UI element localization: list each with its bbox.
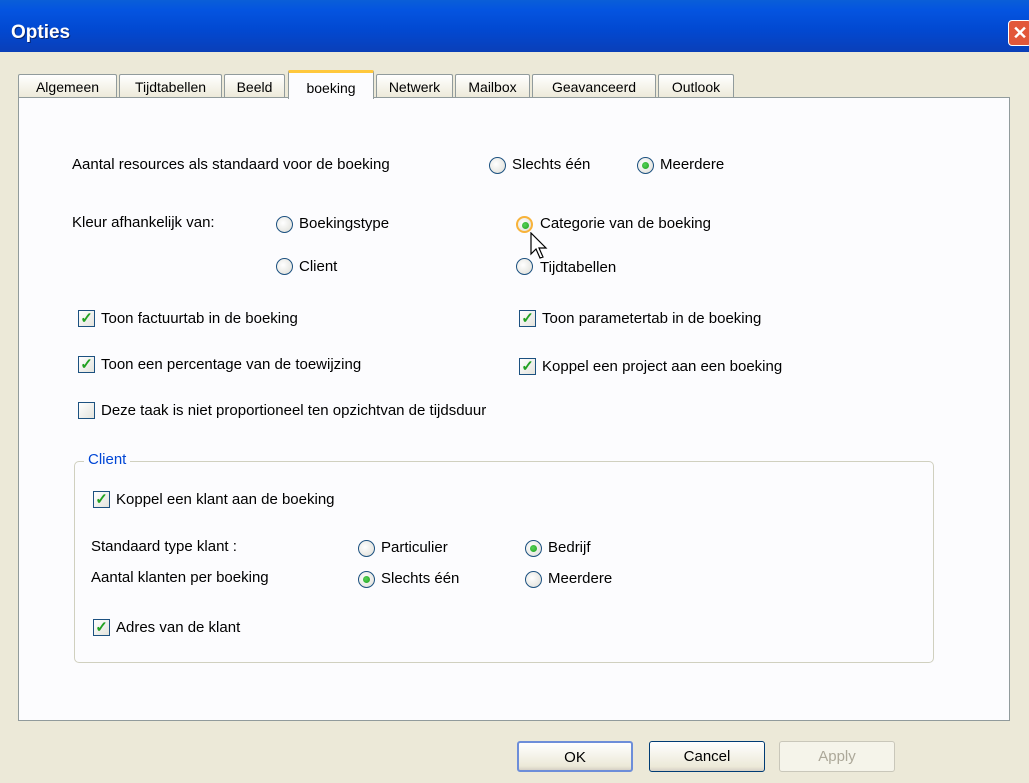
radio-color-client-label[interactable]: Client xyxy=(299,258,337,276)
tab-boeking[interactable]: boeking xyxy=(288,70,374,99)
checkbox-percentage-label[interactable]: Toon een percentage van de toewijzing xyxy=(101,356,361,374)
radio-resources-many[interactable] xyxy=(637,157,654,174)
title-bar: Opties ✕ xyxy=(0,0,1029,52)
tab-outlook[interactable]: Outlook xyxy=(658,74,734,98)
radio-color-category-label[interactable]: Categorie van de boeking xyxy=(540,215,711,233)
client-group-legend: Client xyxy=(84,451,131,469)
checkbox-invoice-tab[interactable]: ✓ xyxy=(78,310,95,327)
checkbox-proportional[interactable] xyxy=(78,402,95,419)
mouse-cursor-icon xyxy=(530,232,548,259)
tab-netwerk[interactable]: Netwerk xyxy=(376,74,453,98)
tab-beeld[interactable]: Beeld xyxy=(224,74,285,98)
checkbox-project[interactable]: ✓ xyxy=(519,358,536,375)
radio-client-count-many-label[interactable]: Meerdere xyxy=(548,570,612,588)
checkbox-param-tab-label[interactable]: Toon parametertab in de boeking xyxy=(542,310,761,328)
radio-client-company-label[interactable]: Bedrijf xyxy=(548,539,591,557)
radio-client-count-one-label[interactable]: Slechts één xyxy=(381,570,459,588)
radio-resources-one[interactable] xyxy=(489,157,506,174)
checkbox-link-client-label[interactable]: Koppel een klant aan de boeking xyxy=(116,491,335,509)
radio-client-private[interactable] xyxy=(358,540,375,557)
client-count-label: Aantal klanten per boeking xyxy=(91,569,269,586)
close-icon[interactable]: ✕ xyxy=(1008,20,1029,46)
radio-color-timetables[interactable] xyxy=(516,258,533,275)
checkbox-client-address-label[interactable]: Adres van de klant xyxy=(116,619,240,637)
radio-color-category[interactable] xyxy=(516,216,533,233)
cancel-button[interactable]: Cancel xyxy=(649,741,765,772)
ok-button[interactable]: OK xyxy=(517,741,633,772)
tab-algemeen[interactable]: Algemeen xyxy=(18,74,117,98)
tab-tijdtabellen[interactable]: Tijdtabellen xyxy=(119,74,222,98)
radio-client-company[interactable] xyxy=(525,540,542,557)
radio-client-count-one[interactable] xyxy=(358,571,375,588)
radio-color-timetables-label[interactable]: Tijdtabellen xyxy=(540,259,616,277)
radio-client-private-label[interactable]: Particulier xyxy=(381,539,448,557)
radio-color-type-label[interactable]: Boekingstype xyxy=(299,215,389,233)
checkbox-project-label[interactable]: Koppel een project aan een boeking xyxy=(542,358,782,376)
radio-client-count-many[interactable] xyxy=(525,571,542,588)
radio-resources-many-label[interactable]: Meerdere xyxy=(660,156,724,174)
radio-color-client[interactable] xyxy=(276,258,293,275)
checkbox-param-tab[interactable]: ✓ xyxy=(519,310,536,327)
tab-mailbox[interactable]: Mailbox xyxy=(455,74,530,98)
window-title: Opties xyxy=(11,22,71,43)
checkbox-percentage[interactable]: ✓ xyxy=(78,356,95,373)
checkbox-proportional-label[interactable]: Deze taak is niet proportioneel ten opzi… xyxy=(101,402,486,420)
resources-label: Aantal resources als standaard voor de b… xyxy=(72,156,390,173)
checkbox-link-client[interactable]: ✓ xyxy=(93,491,110,508)
radio-color-type[interactable] xyxy=(276,216,293,233)
radio-resources-one-label[interactable]: Slechts één xyxy=(512,156,590,174)
checkbox-client-address[interactable]: ✓ xyxy=(93,619,110,636)
apply-button[interactable]: Apply xyxy=(779,741,895,772)
tab-geavanceerd[interactable]: Geavanceerd xyxy=(532,74,656,98)
client-type-label: Standaard type klant : xyxy=(91,538,237,555)
color-label: Kleur afhankelijk van: xyxy=(72,214,215,231)
checkbox-invoice-tab-label[interactable]: Toon factuurtab in de boeking xyxy=(101,310,298,328)
